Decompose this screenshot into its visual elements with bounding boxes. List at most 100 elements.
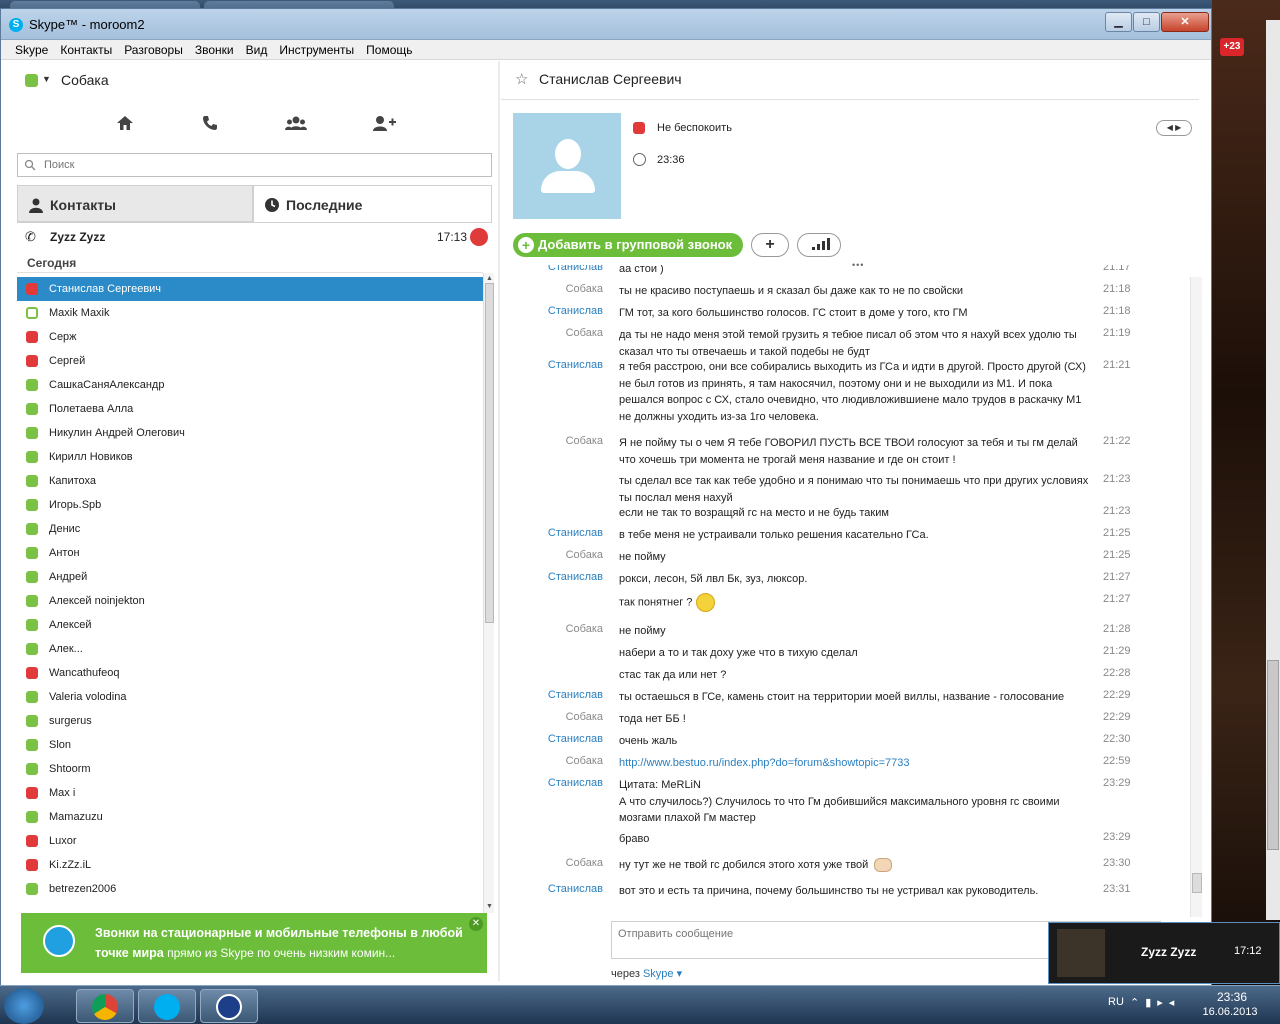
message-sender[interactable]: Собака xyxy=(513,857,603,869)
promo-banner[interactable]: Звонки на стационарные и мобильные телеф… xyxy=(21,913,487,973)
active-call-row[interactable]: ✆ Zyzz Zyzz 17:13 xyxy=(17,225,492,249)
chevron-down-icon[interactable]: ▼ xyxy=(42,74,51,84)
list-item[interactable]: Maxik Maxik xyxy=(17,301,483,325)
search-box[interactable] xyxy=(17,153,492,177)
message-scrollbar[interactable] xyxy=(1190,277,1202,917)
tab-contacts[interactable]: Контакты xyxy=(17,185,253,222)
list-item[interactable]: Ki.zZz.iL xyxy=(17,853,483,877)
message-sender[interactable]: Собака xyxy=(513,283,603,295)
message-sender[interactable]: Собака xyxy=(513,711,603,723)
list-item[interactable]: Полетаева Алла xyxy=(17,397,483,421)
taskbar-chrome[interactable] xyxy=(76,989,134,1023)
menu-skype[interactable]: Skype xyxy=(9,40,54,60)
message-sender[interactable]: Собака xyxy=(513,755,603,767)
add-button[interactable]: + xyxy=(751,233,789,257)
message-sender[interactable]: Станислав xyxy=(513,689,603,701)
list-item[interactable]: Сергей xyxy=(17,349,483,373)
menu-contacts[interactable]: Контакты xyxy=(54,40,118,60)
list-item[interactable]: Андрей xyxy=(17,565,483,589)
phone-icon[interactable] xyxy=(193,111,227,141)
list-item[interactable]: Кирилл Новиков xyxy=(17,445,483,469)
home-icon[interactable] xyxy=(108,111,142,141)
background-scrollbar[interactable] xyxy=(1266,20,1280,920)
list-item[interactable]: Антон xyxy=(17,541,483,565)
message-sender[interactable]: Станислав xyxy=(513,733,603,745)
list-item[interactable]: Max i xyxy=(17,781,483,805)
list-item[interactable]: Денис xyxy=(17,517,483,541)
scroll-up-arrow[interactable]: ▲ xyxy=(485,275,494,283)
pane-divider[interactable] xyxy=(498,61,500,981)
taskbar-clock-time[interactable]: 23:36 xyxy=(1202,990,1262,1004)
message-sender[interactable]: Станислав xyxy=(513,527,603,539)
list-item[interactable]: Luxor xyxy=(17,829,483,853)
group-icon[interactable] xyxy=(279,111,313,141)
message-sender[interactable]: Собака xyxy=(513,549,603,561)
message-link[interactable]: http://www.bestuo.ru/index.php?do=forum&… xyxy=(619,757,909,769)
message-body: вот это и есть та причина, почему больши… xyxy=(619,885,1039,897)
list-item[interactable]: Алексей noinjekton xyxy=(17,589,483,613)
user-name[interactable]: Собака xyxy=(61,72,109,88)
maximize-button[interactable]: □ xyxy=(1133,12,1160,32)
message-sender[interactable]: Станислав xyxy=(513,359,603,371)
via-skype-link[interactable]: Skype xyxy=(643,968,674,980)
minimize-button[interactable]: ▁ xyxy=(1105,12,1132,32)
message-input[interactable] xyxy=(618,927,1118,941)
menu-help[interactable]: Помощь xyxy=(360,40,418,60)
chevron-down-icon[interactable]: ▾ xyxy=(677,968,683,980)
list-item[interactable]: Valeria volodina xyxy=(17,685,483,709)
list-item[interactable]: Slon xyxy=(17,733,483,757)
tab-recent[interactable]: Последние xyxy=(253,185,492,222)
list-item[interactable]: Wancathufeoq xyxy=(17,661,483,685)
add-contact-icon[interactable] xyxy=(367,111,401,141)
scrollbar-thumb[interactable] xyxy=(485,283,494,623)
online-status-icon[interactable] xyxy=(25,74,38,87)
message-sender[interactable]: Собака xyxy=(513,327,603,339)
menu-tools[interactable]: Инструменты xyxy=(273,40,360,60)
scrollbar-thumb[interactable] xyxy=(1192,873,1202,893)
list-item[interactable]: Серж xyxy=(17,325,483,349)
scroll-down-arrow[interactable]: ▼ xyxy=(485,903,494,911)
message-sender[interactable]: Станислав xyxy=(513,265,603,273)
search-icon xyxy=(24,159,36,171)
taskbar-app[interactable] xyxy=(200,989,258,1023)
call-quality-button[interactable] xyxy=(797,233,841,257)
list-item[interactable]: Алексей xyxy=(17,613,483,637)
avatar[interactable] xyxy=(513,113,621,219)
close-icon[interactable]: ✕ xyxy=(469,917,483,931)
list-item[interactable]: СашкаСаняАлександр xyxy=(17,373,483,397)
menu-calls[interactable]: Звонки xyxy=(189,40,240,60)
tray-icons[interactable]: ⌃▮▸◂ xyxy=(1130,996,1190,1009)
call-notification[interactable]: Zyzz Zyzz 17:12 xyxy=(1048,922,1280,984)
search-input[interactable] xyxy=(44,157,484,173)
list-item[interactable]: Алек... xyxy=(17,637,483,661)
message-text: тода нет ББ ! xyxy=(619,711,1091,728)
list-item[interactable]: Игорь.Spb xyxy=(17,493,483,517)
menu-view[interactable]: Вид xyxy=(240,40,274,60)
list-item[interactable]: surgerus xyxy=(17,709,483,733)
notification-badge[interactable]: +23 xyxy=(1220,38,1244,56)
contact-list-scrollbar[interactable]: ▲ ▼ xyxy=(483,273,494,913)
menu-conversations[interactable]: Разговоры xyxy=(118,40,189,60)
list-item[interactable]: Станислав Сергеевич xyxy=(17,277,483,301)
scrollbar-thumb[interactable] xyxy=(1267,660,1279,850)
message-sender[interactable]: Станислав xyxy=(513,883,603,895)
list-item[interactable]: Капитоха xyxy=(17,469,483,493)
taskbar-skype[interactable] xyxy=(138,989,196,1023)
message-sender[interactable]: Станислав xyxy=(513,571,603,583)
language-indicator[interactable]: RU xyxy=(1108,996,1124,1008)
profile-pager[interactable]: ◀ ▶ xyxy=(1156,120,1192,136)
hang-up-icon[interactable] xyxy=(470,228,488,246)
message-sender[interactable]: Станислав xyxy=(513,777,603,789)
list-item[interactable]: Никулин Андрей Олегович xyxy=(17,421,483,445)
message-sender[interactable]: Собака xyxy=(513,435,603,447)
list-item[interactable]: betrezen2006 xyxy=(17,877,483,901)
message-sender[interactable]: Собака xyxy=(513,623,603,635)
list-item[interactable]: Shtoorm xyxy=(17,757,483,781)
favorite-star-icon[interactable]: ☆ xyxy=(515,70,528,88)
close-button[interactable]: ✕ xyxy=(1161,12,1209,32)
message-sender[interactable]: Станислав xyxy=(513,305,603,317)
start-button[interactable] xyxy=(4,988,44,1024)
add-to-group-call-button[interactable]: + Добавить в групповой звонок xyxy=(513,233,743,257)
list-item[interactable]: Mamazuzu xyxy=(17,805,483,829)
taskbar-clock-date[interactable]: 16.06.2013 xyxy=(1196,1006,1264,1018)
